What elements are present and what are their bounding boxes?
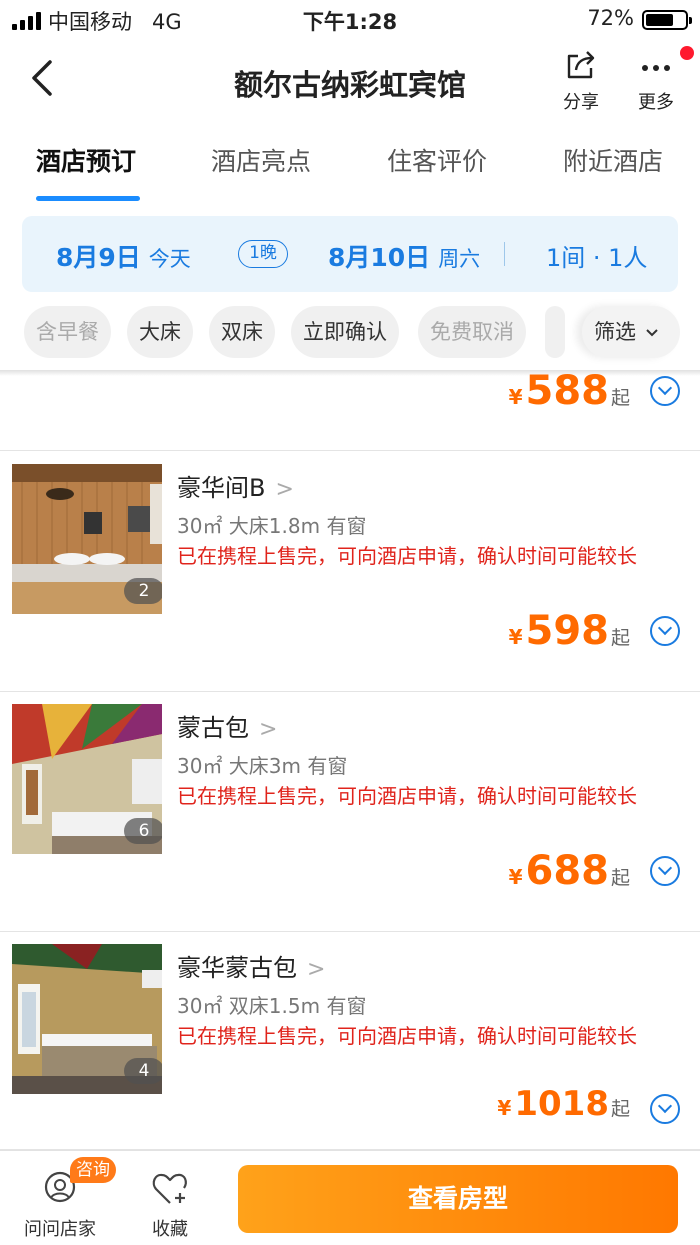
rooms-guests[interactable]: 1间 · 1人 — [546, 238, 647, 273]
more-button[interactable]: 更多 — [626, 46, 694, 114]
filter-chip-row: 含早餐 大床 双床 立即确认 免费取消 筛选 — [0, 306, 700, 362]
booking-date-bar[interactable]: 8月9日 今天 1晚 8月10日 周六 1间 · 1人 — [22, 216, 678, 292]
room-price: ¥588 起 — [508, 368, 630, 414]
room-spec: 30㎡ 大床1.8m 有窗 — [177, 514, 367, 538]
chip-instant-confirm[interactable]: 立即确认 — [291, 306, 399, 358]
nav-header: 额尔古纳彩虹宾馆 分享 更多 — [0, 40, 700, 120]
sold-out-notice: 已在携程上售完，可向酒店申请，确认时间可能较长 — [177, 1024, 637, 1048]
chip-twin-bed[interactable]: 双床 — [209, 306, 275, 358]
room-photo[interactable]: 4 — [12, 944, 162, 1094]
tab-nearby-hotels[interactable]: 附近酒店 — [563, 142, 663, 178]
status-bar: 中国移动 4G 下午1:28 72% — [0, 0, 700, 40]
checkout-date[interactable]: 8月10日 周六 — [328, 238, 480, 274]
expand-chevron-icon[interactable] — [650, 616, 680, 646]
filter-label: 筛选 — [594, 320, 636, 344]
sold-out-notice: 已在携程上售完，可向酒店申请，确认时间可能较长 — [177, 544, 637, 568]
active-tab-indicator — [36, 196, 140, 201]
room-name[interactable]: 豪华蒙古包 > — [177, 948, 325, 983]
room-row[interactable]: 6 蒙古包 > 30㎡ 大床3m 有窗 已在携程上售完，可向酒店申请，确认时间可能… — [0, 692, 700, 932]
checkin-date[interactable]: 8月9日 今天 — [56, 238, 191, 274]
room-photo[interactable]: 2 — [12, 464, 162, 614]
sold-out-notice: 已在携程上售完，可向酒店申请，确认时间可能较长 — [177, 784, 637, 808]
chip-overflow — [545, 306, 565, 358]
share-button[interactable]: 分享 — [551, 48, 611, 114]
battery-percent: 72% — [587, 6, 634, 30]
room-price: ¥598 起 — [508, 608, 630, 654]
room-name[interactable]: 豪华间B > — [177, 468, 294, 503]
photo-count-badge: 6 — [124, 818, 162, 844]
chevron-right-icon: > — [275, 477, 294, 502]
photo-count-badge: 2 — [124, 578, 162, 604]
more-dots-icon — [642, 65, 670, 71]
room-row[interactable]: 2 豪华间B > 30㎡ 大床1.8m 有窗 已在携程上售完，可向酒店申请，确认时… — [0, 452, 700, 692]
room-spec: 30㎡ 双床1.5m 有窗 — [177, 994, 367, 1018]
expand-chevron-icon[interactable] — [650, 376, 680, 406]
chevron-right-icon: > — [259, 717, 278, 742]
hotel-detail-page: 中国移动 4G 下午1:28 72% 额尔古纳彩虹宾馆 分享 更多 酒店预订 酒… — [0, 0, 700, 1245]
date-divider — [504, 242, 505, 266]
chip-breakfast[interactable]: 含早餐 — [24, 306, 111, 358]
view-room-types-button[interactable]: 查看房型 — [238, 1165, 678, 1233]
favorite-button[interactable]: 收藏 — [140, 1169, 200, 1241]
chip-free-cancel[interactable]: 免费取消 — [418, 306, 526, 358]
room-price: ¥688 起 — [508, 848, 630, 894]
consult-badge: 咨询 — [70, 1157, 116, 1183]
nights-badge: 1晚 — [238, 240, 288, 268]
share-icon — [567, 51, 595, 79]
notification-dot — [680, 46, 694, 60]
room-row-partial[interactable]: ¥588 起 — [0, 368, 700, 451]
favorite-label: 收藏 — [152, 1219, 188, 1240]
filter-button[interactable]: 筛选 — [582, 306, 680, 358]
tab-guest-reviews[interactable]: 住客评价 — [387, 142, 487, 178]
room-price: ¥1018 起 — [497, 1084, 630, 1124]
room-row[interactable]: 4 豪华蒙古包 > 30㎡ 双床1.5m 有窗 已在携程上售完，可向酒店申请，确认… — [0, 932, 700, 1150]
battery-icon — [642, 10, 692, 30]
expand-chevron-icon[interactable] — [650, 1094, 680, 1124]
chip-king-bed[interactable]: 大床 — [127, 306, 193, 358]
section-tabs: 酒店预订 酒店亮点 住客评价 附近酒店 — [0, 128, 700, 206]
room-photo[interactable]: 6 — [12, 704, 162, 854]
room-name[interactable]: 蒙古包 > — [177, 708, 277, 743]
chevron-down-icon — [645, 329, 658, 337]
tab-hotel-highlights[interactable]: 酒店亮点 — [211, 142, 311, 178]
ask-host-label: 问问店家 — [24, 1219, 96, 1240]
share-label: 分享 — [563, 92, 599, 113]
heart-plus-icon — [152, 1173, 187, 1204]
photo-count-badge: 4 — [124, 1058, 162, 1084]
more-label: 更多 — [638, 92, 674, 113]
bottom-action-bar: 问问店家 咨询 收藏 查看房型 — [0, 1150, 700, 1245]
chevron-right-icon: > — [307, 957, 326, 982]
room-spec: 30㎡ 大床3m 有窗 — [177, 754, 348, 778]
expand-chevron-icon[interactable] — [650, 856, 680, 886]
tab-hotel-booking[interactable]: 酒店预订 — [36, 142, 136, 178]
